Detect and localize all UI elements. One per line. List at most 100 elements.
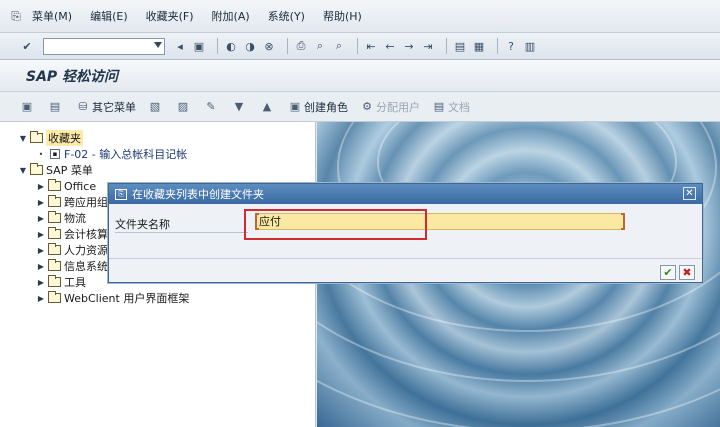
folder-icon (48, 243, 61, 255)
page-title: SAP 轻松访问 (26, 68, 119, 85)
tree-node-favorites[interactable]: ▼ 收藏夹 (0, 130, 315, 146)
menu-item-extras[interactable]: 附加(A) (212, 8, 250, 24)
toolbar-divider (217, 38, 218, 54)
previous-page-icon[interactable]: ← (383, 39, 397, 53)
move-up-button[interactable]: ▲ (260, 100, 276, 114)
tree-node-label: 信息系统 (64, 260, 108, 273)
sap-window-icon[interactable]: ⎘ (8, 9, 24, 23)
cancel-icon[interactable]: ⊗ (262, 39, 276, 53)
triangle-right-icon[interactable]: ▶ (36, 278, 46, 287)
tree-node-favorite-transaction[interactable]: • ▪ F-02 - 输入总帐科目记帐 (0, 146, 315, 162)
tree-node-label: SAP 菜单 (46, 164, 93, 177)
documentation-label: 文档 (448, 100, 470, 114)
triangle-right-icon[interactable]: ▶ (36, 214, 46, 223)
tree-node-label: 人力资源 (64, 244, 108, 257)
shortcut-icon[interactable]: ▦ (472, 39, 486, 53)
menu-item-system[interactable]: 系统(Y) (268, 8, 305, 24)
exit-icon[interactable]: ◑ (243, 39, 257, 53)
folder-icon (48, 291, 61, 303)
title-bar: SAP 轻松访问 (0, 60, 720, 92)
find-icon[interactable]: ⌕ (313, 39, 327, 53)
highlight-box (244, 209, 427, 240)
menu-item-edit[interactable]: 编辑(E) (90, 8, 128, 24)
triangle-right-icon[interactable]: ▶ (36, 294, 46, 303)
first-page-icon[interactable]: ⇤ (364, 39, 378, 53)
menu-item-menu[interactable]: 菜单(M) (32, 8, 72, 24)
last-page-icon[interactable]: ⇥ (421, 39, 435, 53)
menu-bar: ⎘ 菜单(M) 编辑(E) 收藏夹(F) 附加(A) 系统(Y) 帮助(H) (0, 0, 720, 33)
tree-node-folder[interactable]: ▶ WebClient 用户界面框架 (0, 290, 315, 306)
dialog-title-bar[interactable]: ⎘ 在收藏夹列表中创建文件夹 ✕ (109, 184, 702, 204)
tree-node-label: WebClient 用户界面框架 (64, 292, 190, 305)
find-next-icon[interactable]: ⌕ (332, 39, 346, 53)
close-icon[interactable]: ✕ (683, 187, 696, 200)
input-bracket-right (621, 213, 625, 230)
dialog-title: 在收藏夹列表中创建文件夹 (132, 188, 264, 201)
triangle-right-icon[interactable]: ▶ (36, 198, 46, 207)
tree-node-label: 跨应用组 (64, 196, 108, 209)
triangle-right-icon[interactable]: ▶ (36, 262, 46, 271)
folder-icon (48, 227, 61, 239)
save-icon[interactable]: ▣ (192, 39, 206, 53)
assign-user-icon: ⚙ (362, 100, 372, 113)
next-page-icon[interactable]: → (402, 39, 416, 53)
tree-node-label: 收藏夹 (46, 130, 83, 146)
new-session-icon[interactable]: ▤ (453, 39, 467, 53)
other-menu-icon: ⛁ (78, 100, 88, 113)
triangle-down-icon: ▼ (234, 100, 244, 113)
folder-icon (48, 259, 61, 271)
cancel-button[interactable]: ✖ (679, 265, 695, 280)
menu-item-help[interactable]: 帮助(H) (323, 8, 362, 24)
delete-favorite-button[interactable]: ▨ (176, 100, 192, 114)
command-field[interactable] (43, 37, 165, 55)
back-icon[interactable]: ◐ (224, 39, 238, 53)
triangle-right-icon[interactable]: ▶ (36, 182, 46, 191)
dialog-divider (109, 258, 702, 259)
assign-user-label: 分配用户 (376, 100, 420, 114)
folder-icon (48, 179, 61, 191)
tree-node-label: F-02 - 输入总帐科目记帐 (64, 148, 188, 161)
document-icon: ▤ (433, 100, 445, 113)
toolbar-divider (357, 38, 358, 54)
chevron-down-icon[interactable] (154, 41, 162, 48)
folder-icon (48, 211, 61, 223)
user-menu-button[interactable]: ▣ (20, 100, 36, 114)
sap-menu-button[interactable]: ▤ (48, 100, 64, 114)
add-favorite-button[interactable]: ▧ (148, 100, 164, 114)
assign-user-button[interactable]: ⚙ 分配用户 (360, 99, 420, 115)
create-role-label: 创建角色 (304, 100, 348, 114)
move-down-button[interactable]: ▼ (232, 100, 248, 114)
dialog-window-icon: ⎘ (115, 188, 127, 200)
standard-toolbar: ✔ ◂ ▣ ◐ ◑ ⊗ ⎙ ⌕ ⌕ ⇤ ← → ⇥ ▤ ▦ ? ▥ (0, 33, 720, 60)
tree-node-label: 工具 (64, 276, 86, 289)
back-arrow-icon[interactable]: ◂ (173, 39, 187, 53)
transaction-icon: ▪ (50, 149, 60, 159)
edit-favorite-button[interactable]: ✎ (204, 100, 220, 114)
sap-menu-icon: ▤ (49, 100, 61, 113)
layout-menu-icon[interactable]: ▥ (523, 39, 537, 53)
tree-node-sap-menu[interactable]: ▼ SAP 菜单 (0, 162, 315, 178)
create-role-button[interactable]: ▣ 创建角色 (288, 99, 348, 115)
menu-item-favorites[interactable]: 收藏夹(F) (146, 8, 194, 24)
print-icon[interactable]: ⎙ (294, 39, 308, 53)
user-menu-icon: ▣ (21, 100, 33, 113)
tree-node-label: 会计核算 (64, 228, 108, 241)
triangle-right-icon[interactable]: ▶ (36, 230, 46, 239)
triangle-down-icon[interactable]: ▼ (18, 134, 28, 143)
folder-icon (48, 195, 61, 207)
folder-open-icon (30, 163, 43, 175)
confirm-button[interactable]: ✔ (660, 265, 676, 280)
triangle-up-icon: ▲ (262, 100, 272, 113)
dialog-body: 文件夹名称 应付 ✔ ✖ (109, 204, 702, 283)
delete-favorite-icon: ▨ (177, 100, 189, 113)
create-role-icon: ▣ (289, 100, 301, 113)
label-underline (115, 232, 248, 233)
enter-icon[interactable]: ✔ (20, 39, 34, 53)
toolbar-divider (497, 38, 498, 54)
tree-node-label: 物流 (64, 212, 86, 225)
documentation-button[interactable]: ▤ 文档 (432, 99, 470, 115)
triangle-down-icon[interactable]: ▼ (18, 166, 28, 175)
other-menu-button[interactable]: ⛁ 其它菜单 (76, 99, 136, 115)
help-icon[interactable]: ? (504, 39, 518, 53)
triangle-right-icon[interactable]: ▶ (36, 246, 46, 255)
